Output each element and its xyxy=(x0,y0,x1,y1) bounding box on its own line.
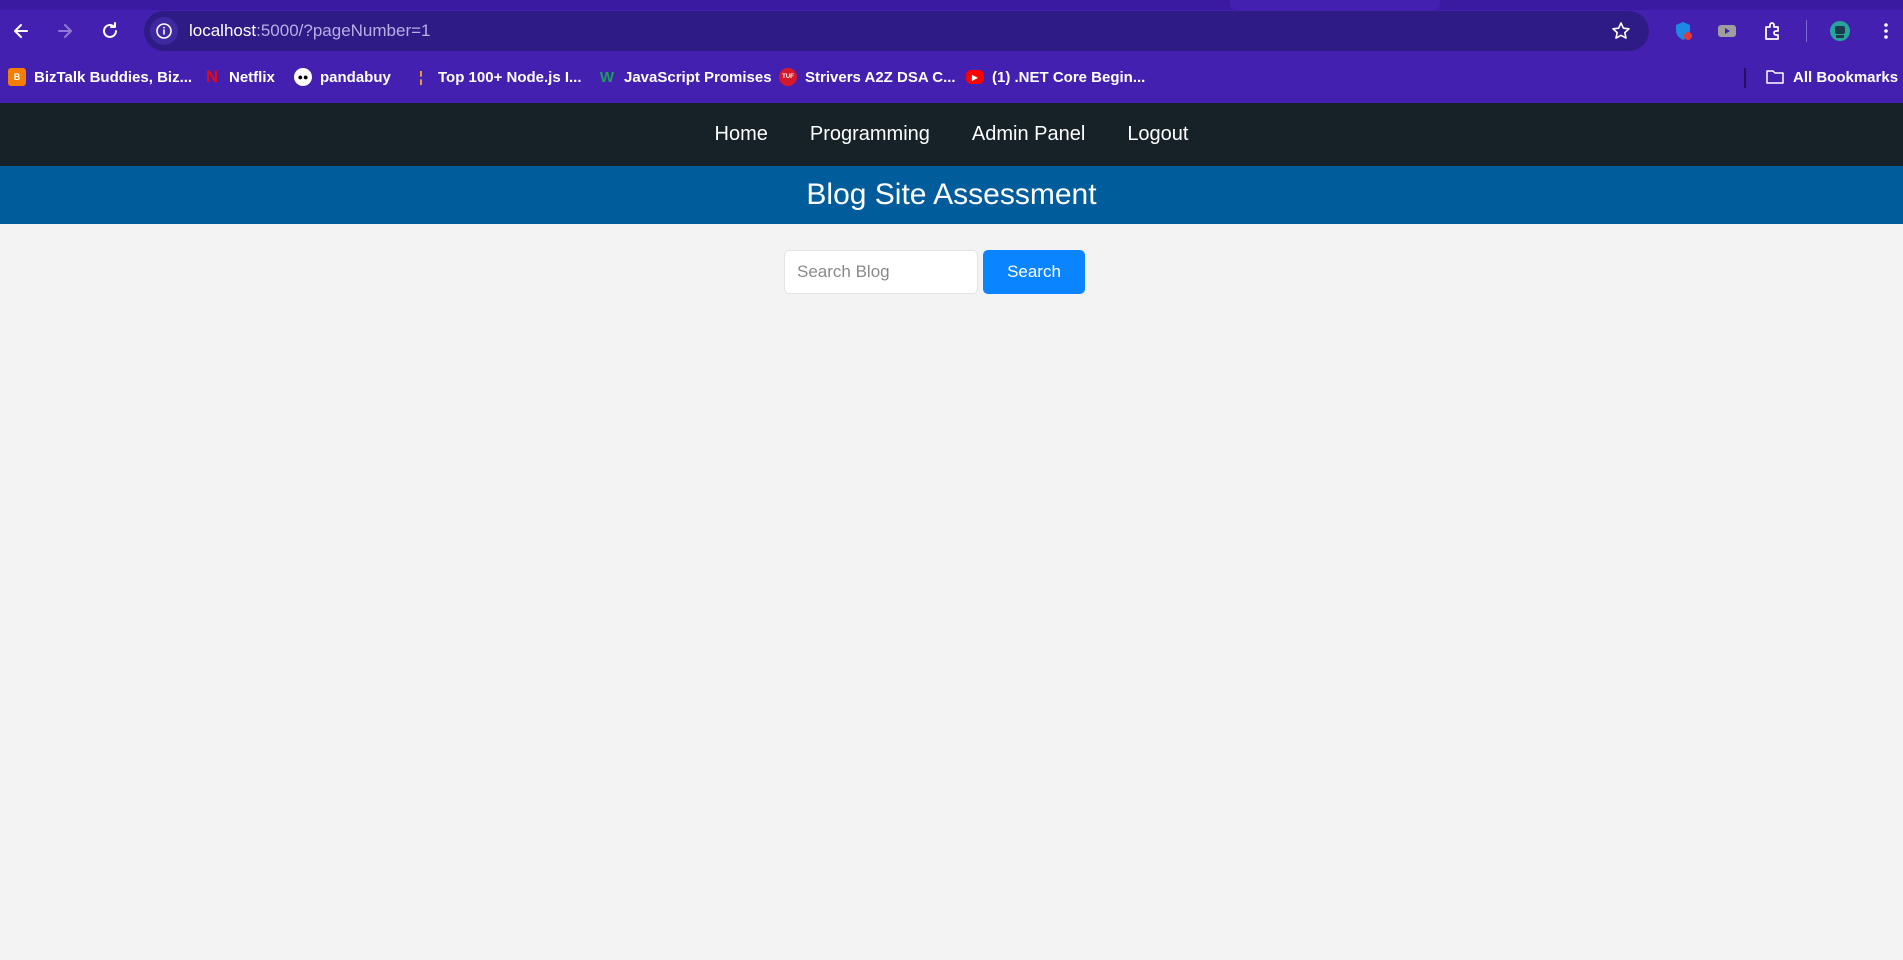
netflix-icon: N xyxy=(205,67,219,86)
bookmark-label: Strivers A2Z DSA C... xyxy=(805,68,956,86)
bookmark-item[interactable]: ●● pandabuy xyxy=(294,63,391,91)
forward-arrow-icon xyxy=(58,24,72,38)
url-host: localhost xyxy=(189,21,257,40)
bookmark-label: Top 100+ Node.js I... xyxy=(438,68,582,86)
bookmark-label: Netflix xyxy=(229,68,275,86)
nav-programming-link[interactable]: Programming xyxy=(810,123,930,146)
toolbar-divider xyxy=(1806,20,1807,42)
reload-icon xyxy=(103,22,117,38)
site-info-button[interactable] xyxy=(150,17,178,45)
bookmark-label: BizTalk Buddies, Biz... xyxy=(34,68,193,86)
kebab-menu-icon xyxy=(1884,23,1888,39)
search-form: Search xyxy=(784,250,1085,294)
nav-home-link[interactable]: Home xyxy=(715,123,768,146)
bookmark-label: JavaScript Promises xyxy=(624,68,772,86)
bookmarks-bar: B BizTalk Buddies, Biz... N Netflix ●● p… xyxy=(0,63,1903,93)
blogger-icon: B xyxy=(8,68,26,86)
bookmark-item[interactable]: ¦ Top 100+ Node.js I... xyxy=(412,63,582,91)
bookmark-label: pandabuy xyxy=(320,68,391,86)
video-extension-icon xyxy=(1718,25,1736,37)
bookmark-item[interactable]: TUF Strivers A2Z DSA C... xyxy=(779,63,956,91)
folder-icon xyxy=(1766,70,1784,84)
profile-button[interactable] xyxy=(1827,18,1853,44)
bookmark-label: (1) .NET Core Begin... xyxy=(992,68,1146,86)
reload-button[interactable] xyxy=(94,15,126,47)
forward-button[interactable] xyxy=(49,15,81,47)
bookmark-item[interactable]: B BizTalk Buddies, Biz... xyxy=(8,63,192,91)
bookmark-bar-icon: ¦ xyxy=(418,68,424,86)
tab-strip xyxy=(0,0,1903,10)
bookmarks-divider xyxy=(1744,68,1746,88)
extensions-menu-button[interactable] xyxy=(1760,18,1786,44)
extension-shield-button[interactable] xyxy=(1670,18,1696,44)
back-arrow-icon xyxy=(14,24,28,38)
all-bookmarks-button[interactable]: All Bookmarks xyxy=(1765,63,1898,91)
panda-icon: ●● xyxy=(294,68,312,86)
bookmark-item[interactable]: ▶ (1) .NET Core Begin... xyxy=(966,63,1145,91)
browser-chrome: localhost:5000/?pageNumber=1 B BizTalk B… xyxy=(0,0,1903,103)
address-bar[interactable]: localhost:5000/?pageNumber=1 xyxy=(144,11,1649,51)
avatar-icon xyxy=(1830,21,1850,41)
nav-logout-link[interactable]: Logout xyxy=(1127,123,1188,146)
url-path: :5000/?pageNumber=1 xyxy=(256,21,431,40)
browser-menu-button[interactable] xyxy=(1873,18,1899,44)
page-title: Blog Site Assessment xyxy=(806,178,1097,211)
search-input[interactable] xyxy=(784,250,978,294)
bookmark-item[interactable]: W JavaScript Promises xyxy=(598,63,772,91)
extension-video-button[interactable] xyxy=(1714,18,1740,44)
tuf-icon: TUF xyxy=(779,68,797,86)
w-logo-icon: W xyxy=(599,68,615,86)
puzzle-icon xyxy=(1765,22,1779,40)
all-bookmarks-label: All Bookmarks xyxy=(1793,68,1899,86)
site-header: Blog Site Assessment xyxy=(0,166,1903,224)
youtube-icon: ▶ xyxy=(966,70,984,84)
url-text[interactable]: localhost:5000/?pageNumber=1 xyxy=(189,21,431,41)
nav-admin-panel-link[interactable]: Admin Panel xyxy=(972,123,1085,146)
bookmark-item[interactable]: N Netflix xyxy=(203,63,275,91)
site-navbar: Home Programming Admin Panel Logout xyxy=(0,103,1903,166)
info-icon xyxy=(156,23,172,39)
active-tab[interactable] xyxy=(1230,0,1440,10)
search-button[interactable]: Search xyxy=(983,250,1085,294)
bookmark-star-icon[interactable] xyxy=(1611,21,1631,41)
shield-extension-icon xyxy=(1676,22,1692,40)
back-button[interactable] xyxy=(5,15,37,47)
